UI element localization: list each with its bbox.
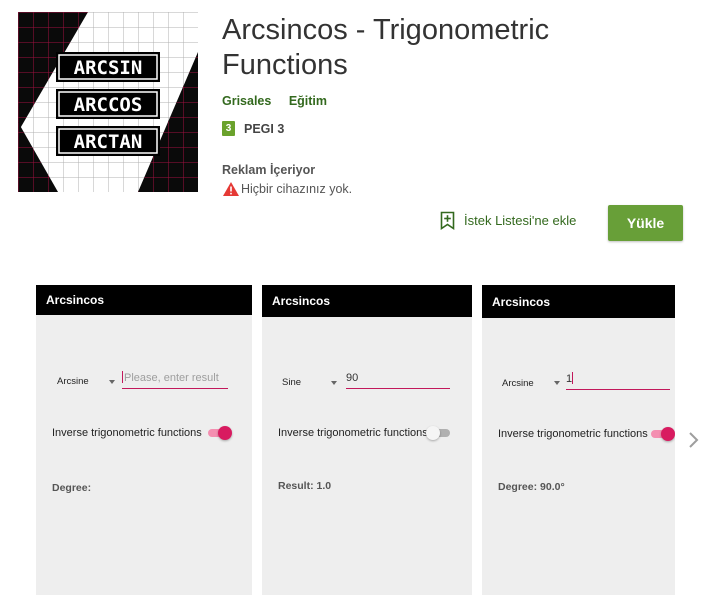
result-input: Please, enter result xyxy=(122,371,228,389)
app-bar: Arcsincos xyxy=(262,285,472,317)
function-spinner: Sine xyxy=(282,377,302,388)
device-warning: Hiçbir cihazınız yok. xyxy=(222,181,352,197)
output-text: Degree: xyxy=(52,482,92,494)
app-bar-title: Arcsincos xyxy=(492,294,551,309)
result-input: 1 xyxy=(566,372,670,390)
app-bar-title: Arcsincos xyxy=(272,294,331,308)
function-spinner: Arcsine xyxy=(57,376,89,387)
ads-label: Reklam İçeriyor xyxy=(222,163,316,177)
inverse-toggle xyxy=(426,426,452,440)
screenshot-3[interactable]: Arcsincos Arcsine 1 Inverse trigonometri… xyxy=(482,285,675,595)
app-bar: Arcsincos xyxy=(482,285,675,318)
pegi-badge-icon: 3 xyxy=(222,121,235,136)
screenshot-1[interactable]: Arcsincos Arcsine Please, enter result I… xyxy=(36,285,252,595)
icon-line-3: ARCTAN xyxy=(74,131,143,153)
output-text: Degree: 90.0° xyxy=(498,481,565,493)
switch-label: Inverse trigonometric functions xyxy=(52,427,202,439)
app-title: Arcsincos - Trigonometric Functions xyxy=(222,14,550,81)
install-button[interactable]: Yükle xyxy=(608,205,683,241)
dropdown-caret-icon xyxy=(554,381,560,385)
switch-label: Inverse trigonometric functions xyxy=(498,428,648,440)
bookmark-add-icon xyxy=(440,211,455,230)
wishlist-button[interactable]: İstek Listesi'ne ekle xyxy=(440,211,576,230)
output-text: Result: 1.0 xyxy=(278,480,332,492)
rating-label: PEGI 3 xyxy=(244,121,285,136)
app-meta: Grisales Eğitim xyxy=(222,94,341,108)
dropdown-caret-icon xyxy=(109,380,115,384)
app-bar-title: Arcsincos xyxy=(46,293,105,307)
result-input: 90 xyxy=(346,372,450,389)
function-spinner: Arcsine xyxy=(502,378,534,389)
wishlist-label: İstek Listesi'ne ekle xyxy=(464,213,577,228)
dropdown-caret-icon xyxy=(331,381,337,385)
icon-line-2: ARCCOS xyxy=(74,94,143,116)
app-bar: Arcsincos xyxy=(36,285,252,315)
inverse-toggle xyxy=(208,426,232,440)
developer-link[interactable]: Grisales xyxy=(222,94,271,108)
app-icon: ARCSIN ARCCOS ARCTAN xyxy=(18,12,198,192)
screenshot-2[interactable]: Arcsincos Sine 90 Inverse trigonometric … xyxy=(262,285,472,595)
chevron-right-icon[interactable] xyxy=(687,428,701,452)
switch-label: Inverse trigonometric functions xyxy=(278,427,428,439)
category-link[interactable]: Eğitim xyxy=(289,94,327,108)
inverse-toggle xyxy=(651,427,675,441)
content-rating: 3 PEGI 3 xyxy=(222,121,284,136)
device-warning-text: Hiçbir cihazınız yok. xyxy=(241,182,353,196)
icon-line-1: ARCSIN xyxy=(74,57,143,79)
warning-icon xyxy=(223,182,239,196)
